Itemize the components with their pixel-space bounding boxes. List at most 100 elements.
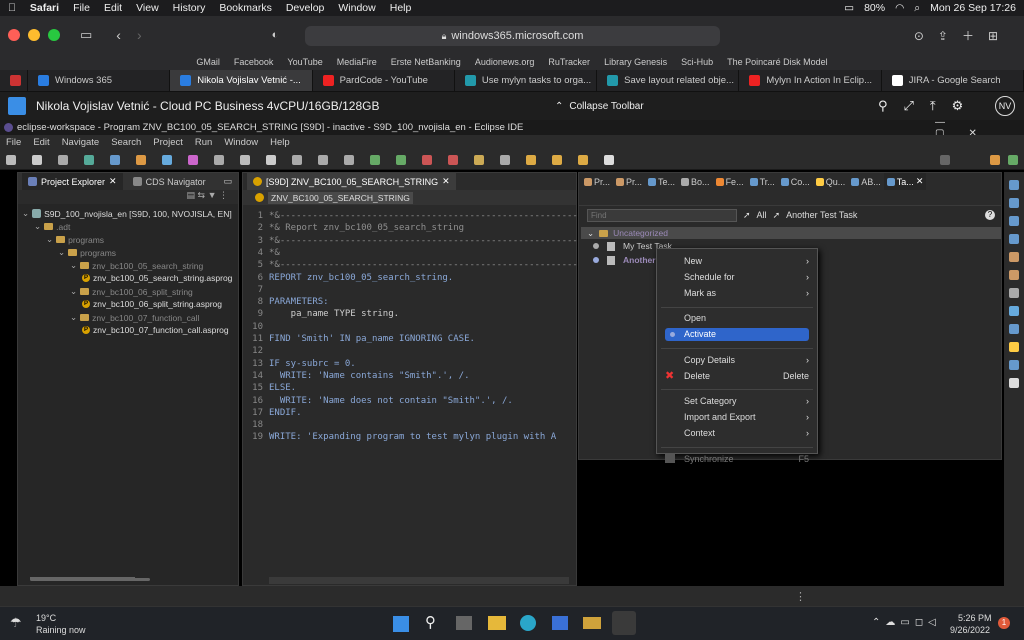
privacy-shield-icon[interactable]: ◐	[272, 29, 279, 41]
toolbar-button-icon[interactable]	[136, 155, 146, 165]
mac-menu-file[interactable]: File	[73, 2, 90, 14]
zoom-window-button[interactable]	[48, 29, 60, 41]
browser-tab[interactable]: Nikola Vojislav Vetnić -...	[170, 70, 313, 91]
view-tab[interactable]: Pr...	[613, 173, 645, 190]
toolbar-button-icon[interactable]	[110, 155, 120, 165]
task-active-icon[interactable]	[593, 257, 599, 263]
file-explorer-icon[interactable]	[488, 616, 506, 630]
trim-view-icon[interactable]	[1009, 378, 1019, 388]
tree-item[interactable]: Pznv_bc100_07_function_call.asprog	[82, 325, 229, 335]
chevron-down-icon[interactable]: ⌄	[70, 312, 77, 323]
toolbar-button-icon[interactable]	[32, 155, 42, 165]
explorer-hscrollbar[interactable]	[30, 577, 135, 579]
trim-view-icon[interactable]	[1009, 342, 1019, 352]
minimize-window-button[interactable]	[28, 29, 40, 41]
toolbar-button-icon[interactable]	[396, 155, 406, 165]
menu-item-context[interactable]: Context ›	[684, 427, 809, 440]
trim-view-icon[interactable]	[1009, 180, 1019, 190]
collapse-toolbar-button[interactable]: ⌃ Collapse Toolbar	[555, 101, 644, 112]
toolbar-button-icon[interactable]	[214, 155, 224, 165]
tab-project-explorer[interactable]: Project Explorer ✕	[22, 173, 123, 190]
search-icon[interactable]: ⚲	[425, 613, 436, 631]
tree-item[interactable]: Pznv_bc100_06_split_string.asprog	[82, 299, 222, 309]
wifi-icon[interactable]: ◠	[895, 2, 904, 14]
editor-subtab[interactable]: ZNV_BC100_05_SEARCH_STRING	[243, 190, 576, 205]
trim-view-icon[interactable]	[1009, 270, 1019, 280]
menu-item-copy-details[interactable]: Copy Details ›	[684, 353, 809, 366]
browser-tab[interactable]: Use mylyn tasks to orga...	[455, 70, 598, 91]
trim-view-icon[interactable]	[1009, 288, 1019, 298]
store-icon[interactable]	[552, 616, 568, 630]
sidebar-icon[interactable]: ▭	[80, 27, 92, 43]
trim-view-icon[interactable]	[1009, 198, 1019, 208]
favorite-link[interactable]: Sci-Hub	[681, 57, 713, 67]
chevron-down-icon[interactable]: ⌄	[70, 286, 77, 297]
eclipse-menu-project[interactable]: Project	[153, 137, 183, 148]
favorite-link[interactable]: Audionews.org	[475, 57, 535, 67]
tree-item[interactable]: ⌄ programs	[58, 247, 116, 258]
back-icon[interactable]: ‹	[116, 27, 121, 43]
tree-item[interactable]: ⌄ .adt	[34, 221, 70, 232]
search-icon[interactable]	[940, 155, 950, 165]
toolbar-button-icon[interactable]	[240, 155, 250, 165]
explorer-toolbar[interactable]: ▤ ⇆ ▼ ⋮	[18, 190, 238, 204]
mac-menu-edit[interactable]: Edit	[104, 2, 122, 14]
apple-icon[interactable]: 	[8, 2, 16, 14]
task-toolbar[interactable]	[579, 190, 1001, 206]
mac-menu-view[interactable]: View	[136, 2, 159, 14]
trim-view-icon[interactable]	[1009, 324, 1019, 334]
tree-item[interactable]: ⌄ programs	[46, 234, 104, 245]
view-tab[interactable]: Ta... ✕	[883, 173, 927, 190]
mac-menu-history[interactable]: History	[173, 2, 206, 14]
avatar[interactable]: NV	[995, 96, 1015, 116]
toolbar-button-icon[interactable]	[344, 155, 354, 165]
eclipse-menu-file[interactable]: File	[6, 137, 21, 148]
menu-item-synchronize[interactable]: Synchronize F5	[665, 452, 809, 465]
weather-icon[interactable]: ☂	[10, 615, 22, 631]
chevron-down-icon[interactable]: ⌄	[70, 260, 77, 271]
menu-item-schedule-for[interactable]: Schedule for ›	[684, 270, 809, 283]
tree-item[interactable]: ⌄ znv_bc100_05_search_string	[70, 260, 203, 271]
toolbar-button-icon[interactable]	[578, 155, 588, 165]
tab-editor-program[interactable]: [S9D] ZNV_BC100_05_SEARCH_STRING ✕	[247, 173, 456, 190]
tab-cds-navigator[interactable]: CDS Navigator	[127, 173, 212, 190]
toolbar-button-icon[interactable]	[318, 155, 328, 165]
view-tab[interactable]: Fe...	[713, 173, 747, 190]
tree-item[interactable]: Pznv_bc100_05_search_string.asprog	[82, 273, 232, 283]
trim-view-icon[interactable]	[1009, 252, 1019, 262]
notification-badge[interactable]: 1	[998, 617, 1010, 629]
close-icon[interactable]: ✕	[109, 176, 117, 187]
browser-tab[interactable]: Mylyn In Action In Eclip...	[739, 70, 882, 91]
chevron-down-icon[interactable]: ⌄	[58, 247, 65, 258]
minimize-icon[interactable]: ▭	[223, 176, 232, 187]
menu-item-mark-as[interactable]: Mark as ›	[684, 286, 809, 299]
menu-item-new[interactable]: New ›	[684, 254, 809, 267]
toolbar-button-icon[interactable]	[162, 155, 172, 165]
app-icon[interactable]	[583, 617, 601, 629]
browser-tab[interactable]: PardCode - YouTube	[313, 70, 455, 91]
chevron-down-icon[interactable]: ⌄	[34, 221, 41, 232]
eclipse-menu-edit[interactable]: Edit	[33, 137, 49, 148]
menu-item-delete[interactable]: ✖ Delete Delete	[665, 369, 809, 382]
menu-item-open[interactable]: Open	[684, 312, 809, 325]
tray-icons[interactable]: ⌃☁▭◻◁	[872, 617, 941, 628]
close-window-button[interactable]	[8, 29, 20, 41]
eclipse-taskbar-icon[interactable]	[612, 611, 636, 635]
editor-hscrollbar[interactable]	[269, 577, 569, 584]
toolbar-button-icon[interactable]	[188, 155, 198, 165]
mac-menu-safari[interactable]: Safari	[30, 2, 59, 14]
toolbar-button-icon[interactable]	[6, 155, 16, 165]
task-inactive-icon[interactable]	[593, 243, 599, 249]
view-tab[interactable]: Tr...	[747, 173, 778, 190]
taskview-icon[interactable]	[456, 616, 472, 630]
perspective-icon[interactable]	[990, 155, 1000, 165]
eclipse-menu-run[interactable]: Run	[195, 137, 212, 148]
safari-right-icons[interactable]: ⊙⇪＋⊞	[914, 27, 1012, 44]
browser-tab[interactable]: JIRA - Google Search	[882, 70, 1024, 91]
eclipse-menu-help[interactable]: Help	[270, 137, 290, 148]
view-tab[interactable]: Bo...	[678, 173, 713, 190]
toolbar-button-icon[interactable]	[292, 155, 302, 165]
tree-item[interactable]: ⌄ S9D_100_nvojisla_en [S9D, 100, NVOJISLA…	[22, 208, 232, 219]
view-tab[interactable]: AB...	[848, 173, 884, 190]
favorite-link[interactable]: Facebook	[234, 57, 274, 67]
